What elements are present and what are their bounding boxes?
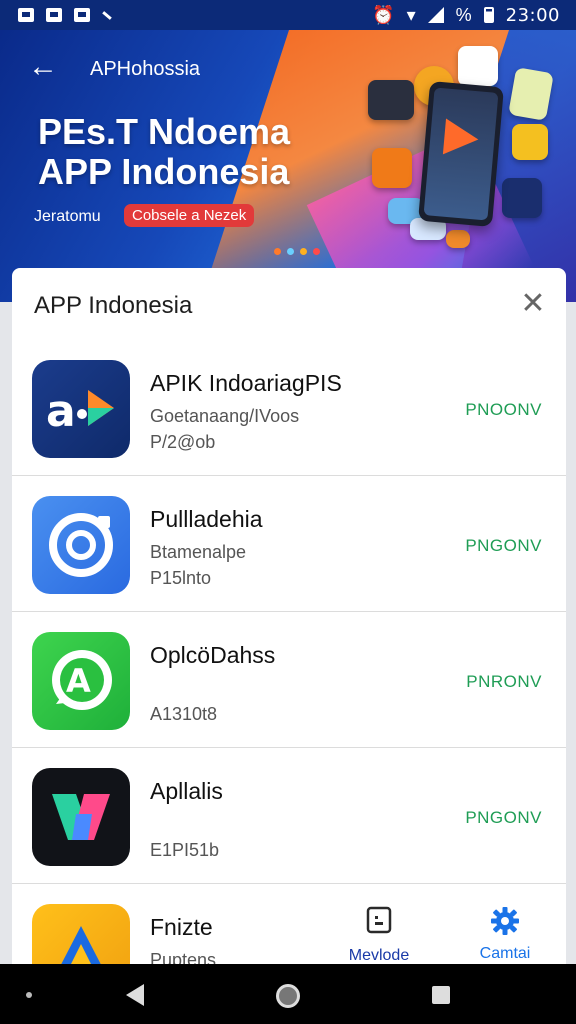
carousel-dot[interactable] bbox=[313, 248, 320, 255]
hero-subtitle: Jeratomu bbox=[34, 208, 101, 225]
app-list-item[interactable]: Pullladehia Btamenalpe P15lnto PNGONV bbox=[12, 476, 566, 612]
carousel-dots bbox=[274, 248, 320, 255]
app-meta: E1PI51b bbox=[150, 840, 220, 860]
phone-illustration bbox=[418, 81, 504, 227]
tab-camtai[interactable]: Camtai bbox=[460, 906, 550, 963]
floating-app-icon bbox=[458, 46, 498, 86]
nav-home-icon[interactable] bbox=[276, 984, 300, 1008]
app-name: Apllalis bbox=[150, 778, 223, 804]
app-icon-pullladehia bbox=[32, 496, 130, 594]
sheet-title: APP Indonesia bbox=[34, 292, 193, 319]
app-list-item[interactable]: A OplcöDahss A1310t8 PNRONV bbox=[12, 612, 566, 748]
gear-icon bbox=[491, 907, 519, 935]
carousel-dot[interactable] bbox=[287, 248, 294, 255]
hero-headline-line2: APP Indonesia bbox=[38, 151, 290, 192]
system-nav-bar bbox=[0, 964, 576, 1024]
app-icon-oplcodahss: A bbox=[32, 632, 130, 730]
message-icon bbox=[46, 8, 62, 22]
app-name: Fnizte bbox=[150, 914, 213, 940]
app-action-button[interactable]: PNGONV bbox=[465, 536, 542, 556]
hero-banner: ← APHohossia PEs.T Ndoema APP Indonesia … bbox=[0, 30, 576, 302]
phone-screen bbox=[423, 87, 499, 221]
close-icon[interactable]: ✕ bbox=[518, 289, 548, 320]
carousel-dot[interactable] bbox=[300, 248, 307, 255]
floating-app-icon bbox=[368, 80, 414, 120]
app-logo-glyph bbox=[52, 794, 110, 840]
wifi-icon: ▾ bbox=[406, 4, 416, 25]
app-name: OplcöDahss bbox=[150, 642, 276, 668]
back-arrow-icon[interactable]: ← bbox=[28, 52, 62, 86]
floating-app-icon bbox=[512, 124, 548, 160]
tab-label: Camtai bbox=[479, 945, 531, 962]
status-bar: ⏰ ▾ % 23:00 bbox=[0, 0, 576, 30]
hero-headline: PEs.T Ndoema APP Indonesia bbox=[38, 112, 358, 192]
floating-app-icon bbox=[372, 148, 412, 188]
svg-text:a: a bbox=[46, 386, 76, 437]
svg-text:A: A bbox=[66, 662, 91, 700]
nav-back-icon[interactable] bbox=[126, 984, 144, 1006]
status-right: ⏰ ▾ % 23:00 bbox=[372, 5, 560, 26]
floating-app-icon bbox=[502, 178, 542, 218]
tab-mevlode[interactable]: Mevlode bbox=[334, 906, 424, 965]
app-logo-glyph: a bbox=[46, 386, 114, 437]
hero-app-title: APHohossia bbox=[90, 58, 201, 80]
status-left bbox=[18, 8, 112, 22]
signal-slash-icon bbox=[102, 10, 112, 20]
app-list-item[interactable]: a APIK IndoariagPIS Goetanaang/IVoos P/2… bbox=[12, 340, 566, 476]
photo-icon bbox=[74, 8, 90, 22]
nav-recents-icon[interactable] bbox=[432, 986, 450, 1004]
app-name: APIK IndoariagPIS bbox=[150, 370, 342, 396]
document-icon bbox=[366, 906, 392, 934]
app-icon-apllalis bbox=[32, 768, 130, 866]
app-meta: P15lnto bbox=[150, 568, 212, 588]
battery-icon bbox=[483, 7, 494, 23]
floating-app-icon bbox=[446, 230, 470, 248]
battery-percent: % bbox=[455, 4, 472, 25]
clock: 23:00 bbox=[505, 4, 560, 26]
nav-indicator-dot bbox=[26, 992, 32, 998]
tab-label: Mevlode bbox=[348, 947, 410, 964]
play-store-icon bbox=[442, 118, 480, 158]
app-logo-glyph bbox=[49, 513, 113, 577]
cell-signal-icon bbox=[427, 7, 444, 23]
app-list-item[interactable]: Apllalis E1PI51b PNGONV bbox=[12, 748, 566, 884]
hero-pill-button[interactable]: Cobsele a Nezek bbox=[124, 204, 255, 227]
app-name: Pullladehia bbox=[150, 506, 263, 532]
app-meta: P/2@ob bbox=[150, 432, 216, 452]
app-subtitle: Btamenalpe bbox=[150, 542, 247, 562]
app-list-sheet: APP Indonesia ✕ a APIK IndoariagPIS Goet… bbox=[12, 268, 566, 968]
app-subtitle: Goetanaang/IVoos bbox=[150, 406, 300, 426]
app-logo-glyph bbox=[59, 926, 103, 968]
app-logo-glyph: A bbox=[52, 650, 112, 710]
notification-icon bbox=[18, 8, 34, 22]
app-action-button[interactable]: PNGONV bbox=[465, 808, 542, 828]
app-action-button[interactable]: PNOONV bbox=[465, 400, 542, 420]
app-meta: A1310t8 bbox=[150, 704, 218, 724]
hero-headline-line1: PEs.T Ndoema bbox=[38, 111, 291, 152]
app-icon-apik: a bbox=[32, 360, 130, 458]
alarm-icon: ⏰ bbox=[372, 4, 395, 25]
app-icon-fnizte bbox=[32, 904, 130, 968]
app-action-button[interactable]: PNRONV bbox=[466, 672, 542, 692]
carousel-dot[interactable] bbox=[274, 248, 281, 255]
